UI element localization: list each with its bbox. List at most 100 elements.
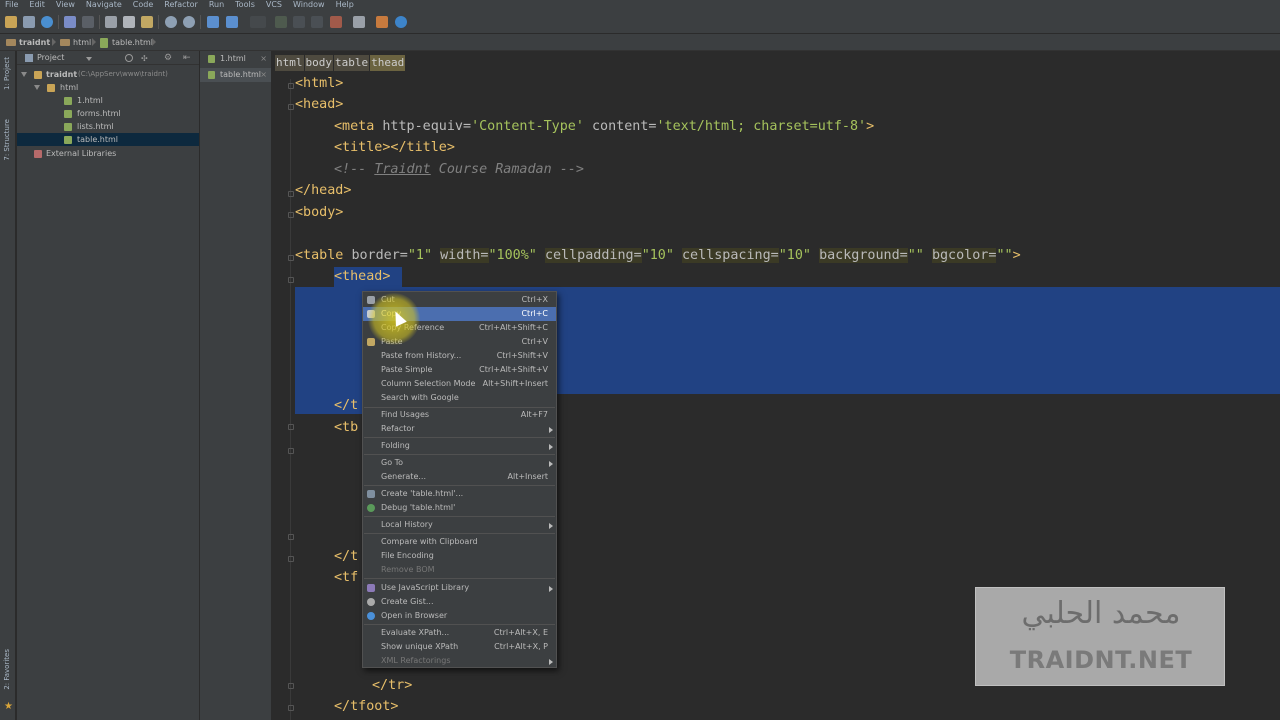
menu-item-create-run-config[interactable]: Create 'table.html'... xyxy=(363,487,556,501)
coverage-icon[interactable] xyxy=(311,16,323,28)
breadcrumb-item[interactable]: body xyxy=(304,55,333,71)
expanded-arrow-icon[interactable] xyxy=(21,72,27,77)
scroll-from-source-icon[interactable] xyxy=(125,54,133,62)
vcs-icon[interactable] xyxy=(330,16,342,28)
menu-item-copy-reference[interactable]: Copy Reference Ctrl+Alt+Shift+C xyxy=(363,321,556,335)
editor-context-menu: Cut Ctrl+X Copy Ctrl+C Copy Reference Ctrl+… xyxy=(362,291,557,668)
help-icon[interactable] xyxy=(395,16,407,28)
menu-item-find-usages[interactable]: Find Usages Alt+F7 xyxy=(363,408,556,422)
menu-item-debug[interactable]: Debug 'table.html' xyxy=(363,501,556,515)
tree-item-file[interactable]: 1.html xyxy=(17,94,199,107)
menu-item-paste-simple[interactable]: Paste Simple Ctrl+Alt+Shift+V xyxy=(363,363,556,377)
fold-marker-icon[interactable] xyxy=(288,424,294,430)
menu-tools[interactable]: Tools xyxy=(230,0,261,10)
tree-item-external-libraries[interactable]: External Libraries xyxy=(17,147,199,160)
menu-refactor[interactable]: Refactor xyxy=(159,0,204,10)
fold-marker-icon[interactable] xyxy=(288,104,294,110)
settings-icon[interactable] xyxy=(353,16,365,28)
collapse-all-icon[interactable]: ✣ xyxy=(141,54,148,63)
menu-item-evaluate-xpath[interactable]: Evaluate XPath... Ctrl+Alt+X, E xyxy=(363,626,556,640)
tree-item-project-root[interactable]: traidnt (C:\AppServ\www\traidnt) xyxy=(17,68,199,81)
menu-vcs[interactable]: VCS xyxy=(261,0,288,10)
menu-item-cut[interactable]: Cut Ctrl+X xyxy=(363,293,556,307)
paste-icon[interactable] xyxy=(141,16,153,28)
menu-item-column-selection[interactable]: Column Selection Mode Alt+Shift+Insert xyxy=(363,377,556,391)
code-line: </tr> xyxy=(372,678,413,693)
menu-item-compare-clipboard[interactable]: Compare with Clipboard xyxy=(363,535,556,549)
project-structure-icon[interactable] xyxy=(376,16,388,28)
forward-icon[interactable] xyxy=(226,16,238,28)
menu-item-local-history[interactable]: Local History xyxy=(363,518,556,532)
run-config-dropdown[interactable] xyxy=(250,16,266,28)
menu-navigate[interactable]: Navigate xyxy=(81,0,128,10)
structure-tool-tab[interactable]: 7: Structure xyxy=(3,119,11,161)
close-icon[interactable]: × xyxy=(260,68,267,82)
undo-icon[interactable] xyxy=(64,16,76,28)
menu-item-folding[interactable]: Folding xyxy=(363,439,556,453)
nav-crumb-file[interactable]: table.html xyxy=(99,36,153,49)
favorites-tool-tab[interactable]: 2: Favorites xyxy=(3,649,11,690)
fold-marker-icon[interactable] xyxy=(288,534,294,540)
open-folder-icon[interactable] xyxy=(5,16,17,28)
menu-item-open-in-browser[interactable]: Open in Browser xyxy=(363,609,556,623)
menu-help[interactable]: Help xyxy=(331,0,360,10)
menu-code[interactable]: Code xyxy=(128,0,159,10)
cut-icon[interactable] xyxy=(105,16,117,28)
fold-marker-icon[interactable] xyxy=(288,255,294,261)
menu-item-paste[interactable]: Paste Ctrl+V xyxy=(363,335,556,349)
tree-item-folder-html[interactable]: html xyxy=(17,81,199,94)
menu-separator xyxy=(364,516,555,517)
menu-item-go-to[interactable]: Go To xyxy=(363,456,556,470)
fold-marker-icon[interactable] xyxy=(288,83,294,89)
menu-item-file-encoding[interactable]: File Encoding xyxy=(363,549,556,563)
project-view-selector[interactable]: Project xyxy=(37,51,64,65)
menu-item-create-gist[interactable]: Create Gist... xyxy=(363,595,556,609)
run-icon[interactable] xyxy=(275,16,287,28)
chevron-down-icon[interactable] xyxy=(86,57,92,61)
tree-item-file[interactable]: lists.html xyxy=(17,120,199,133)
fold-marker-icon[interactable] xyxy=(288,705,294,711)
fold-marker-icon[interactable] xyxy=(288,191,294,197)
fold-marker-icon[interactable] xyxy=(288,212,294,218)
sync-icon[interactable] xyxy=(41,16,53,28)
back-icon[interactable] xyxy=(207,16,219,28)
tree-item-file[interactable]: forms.html xyxy=(17,107,199,120)
save-all-icon[interactable] xyxy=(23,16,35,28)
open-file-tab-active[interactable]: table.html × xyxy=(200,68,271,82)
left-tool-strip: 1: Project 7: Structure 2: Favorites ★ xyxy=(0,51,16,720)
hide-panel-icon[interactable]: ⇤ xyxy=(183,53,191,63)
fold-marker-icon[interactable] xyxy=(288,683,294,689)
gear-icon[interactable]: ⚙ xyxy=(164,53,172,63)
open-file-tab[interactable]: 1.html × xyxy=(200,52,271,66)
breadcrumb-item[interactable]: table xyxy=(334,55,370,71)
replace-icon[interactable] xyxy=(183,16,195,28)
fold-marker-icon[interactable] xyxy=(288,448,294,454)
menu-item-search-google[interactable]: Search with Google xyxy=(363,391,556,405)
menu-item-xml-refactorings[interactable]: XML Refactorings xyxy=(363,654,556,668)
fold-marker-icon[interactable] xyxy=(288,277,294,283)
menu-file[interactable]: File xyxy=(0,0,24,10)
expanded-arrow-icon[interactable] xyxy=(34,85,40,90)
menu-run[interactable]: Run xyxy=(204,0,230,10)
menu-view[interactable]: View xyxy=(51,0,81,10)
tree-item-file-selected[interactable]: table.html xyxy=(17,133,199,146)
menu-separator xyxy=(364,578,555,579)
find-icon[interactable] xyxy=(165,16,177,28)
copy-icon[interactable] xyxy=(123,16,135,28)
menu-item-refactor[interactable]: Refactor xyxy=(363,422,556,436)
menu-item-generate[interactable]: Generate... Alt+Insert xyxy=(363,470,556,484)
menu-edit[interactable]: Edit xyxy=(24,0,51,10)
debug-icon[interactable] xyxy=(293,16,305,28)
fold-marker-icon[interactable] xyxy=(288,556,294,562)
nav-crumb-project[interactable]: traidnt xyxy=(6,36,50,49)
menu-item-use-js-library[interactable]: Use JavaScript Library xyxy=(363,581,556,595)
project-tool-tab[interactable]: 1: Project xyxy=(3,57,11,90)
breadcrumb-item[interactable]: thead xyxy=(370,55,406,71)
close-icon[interactable]: × xyxy=(260,52,267,66)
menu-item-paste-from-history[interactable]: Paste from History... Ctrl+Shift+V xyxy=(363,349,556,363)
menu-window[interactable]: Window xyxy=(288,0,331,10)
breadcrumb-item[interactable]: html xyxy=(275,55,304,71)
nav-crumb-folder[interactable]: html xyxy=(60,36,91,49)
menu-item-show-unique-xpath[interactable]: Show unique XPath Ctrl+Alt+X, P xyxy=(363,640,556,654)
redo-icon[interactable] xyxy=(82,16,94,28)
